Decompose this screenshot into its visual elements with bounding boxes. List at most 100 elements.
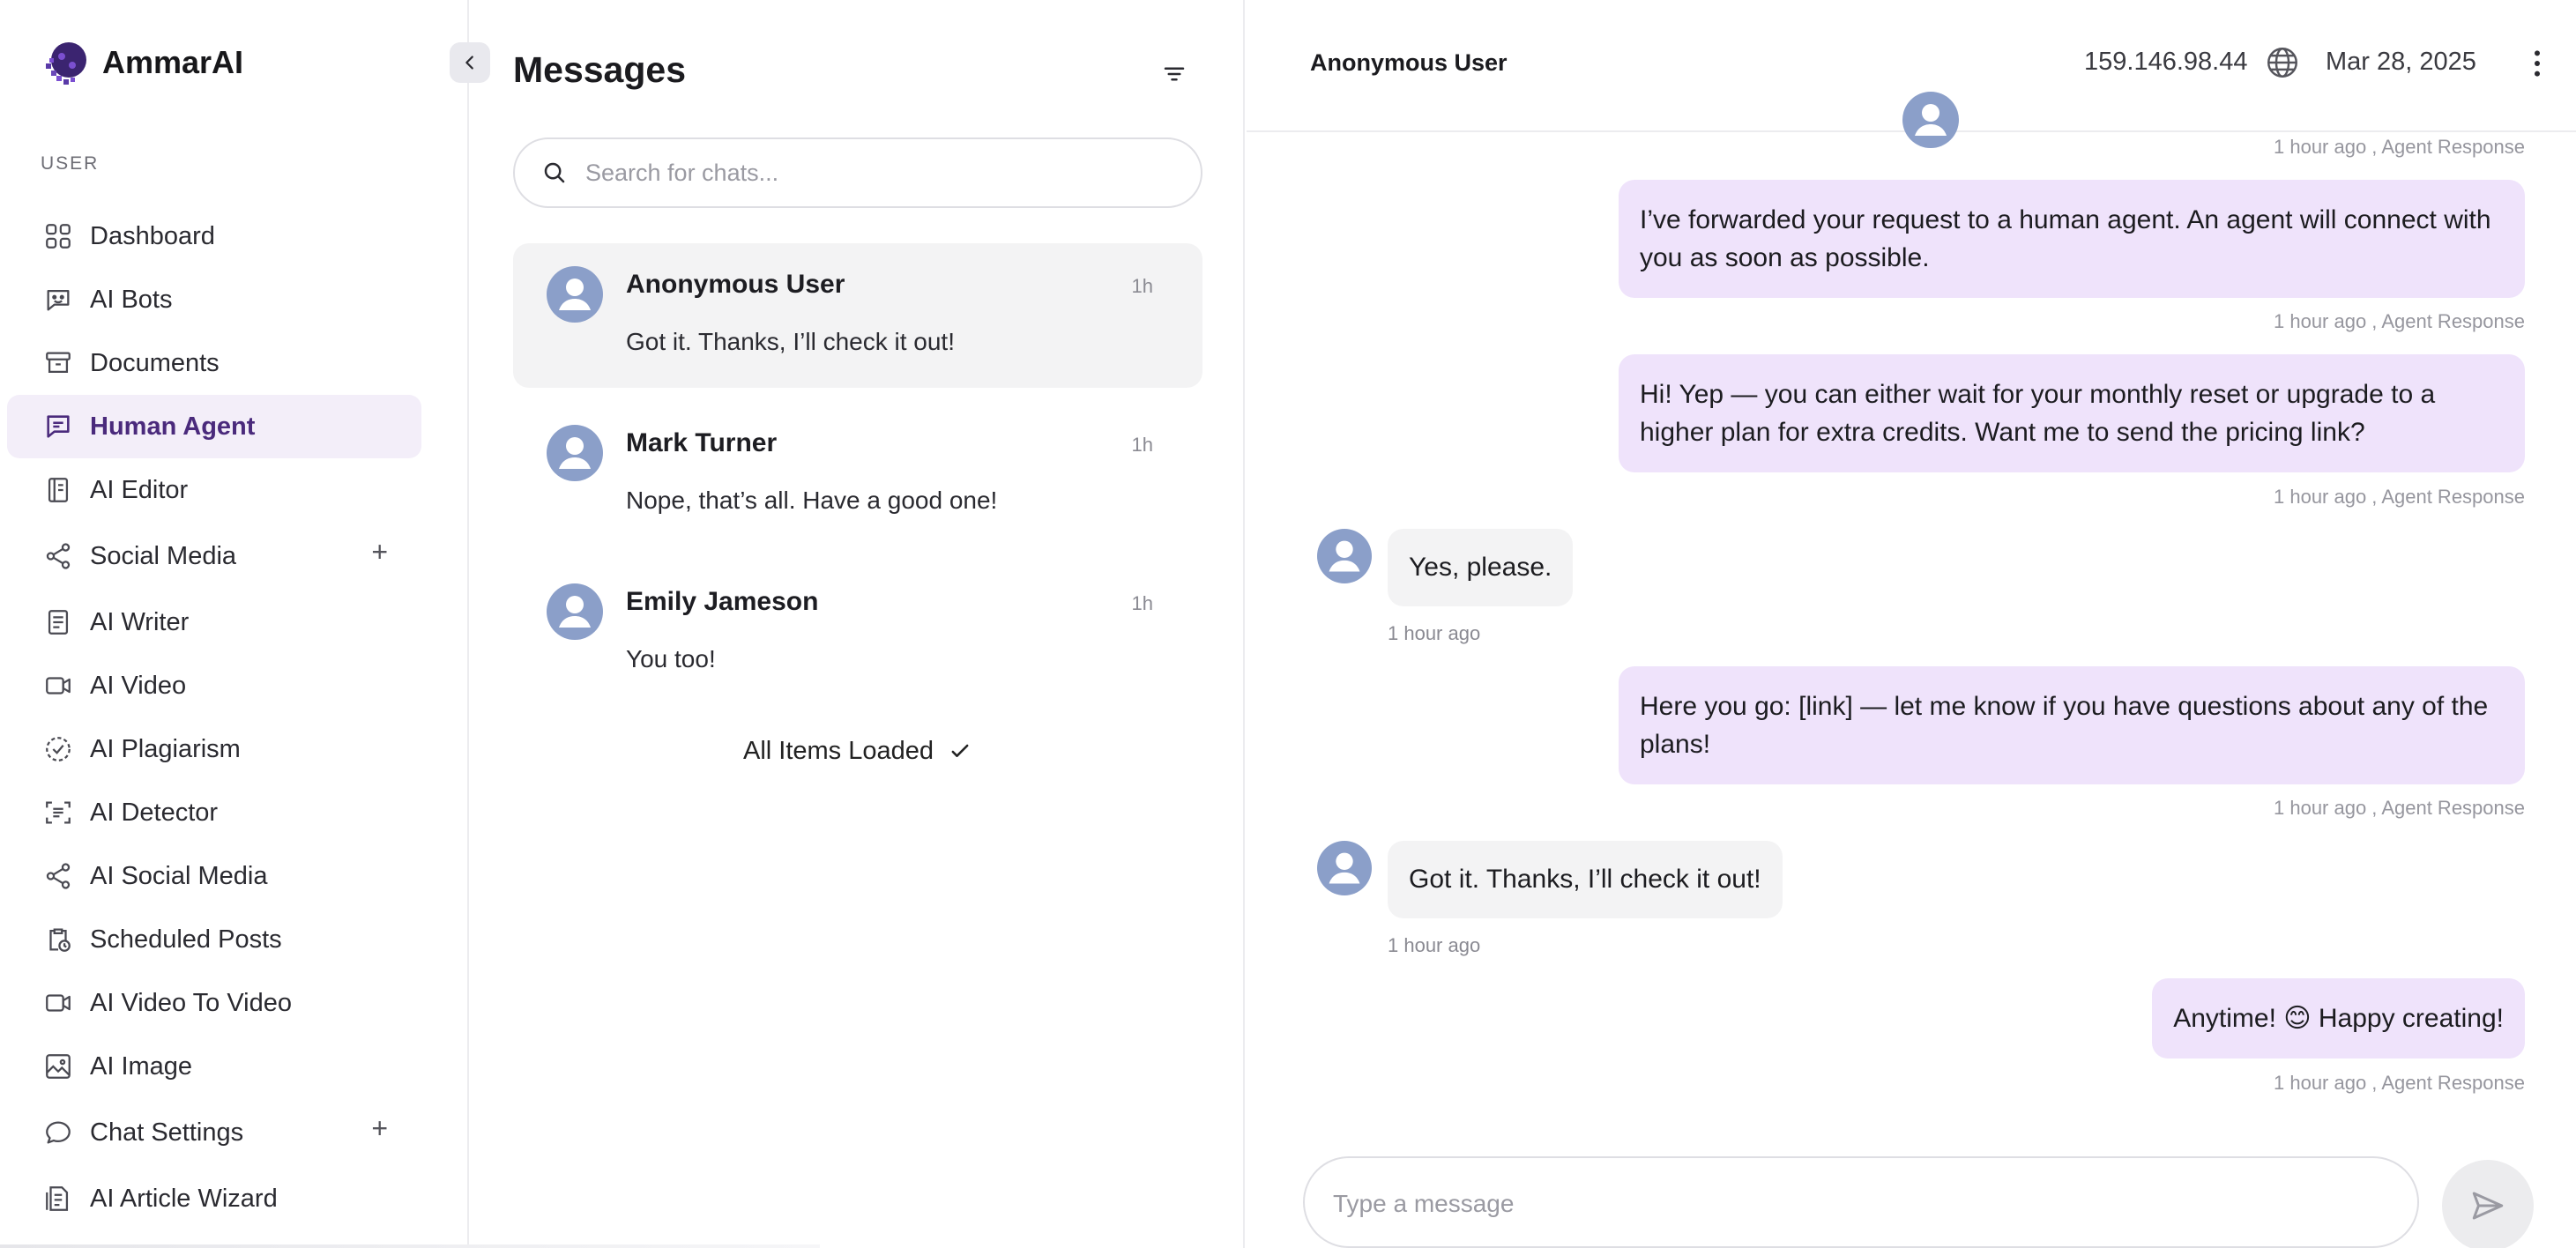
avatar	[1317, 841, 1372, 895]
sidebar-item-ai-video[interactable]: AI Video	[7, 654, 421, 717]
chat-preview: Got it. Thanks, I’ll check it out!	[626, 328, 955, 355]
sidebar-item-ai-image[interactable]: AI Image	[7, 1035, 421, 1098]
filter-icon	[1164, 67, 1185, 81]
notebook-icon	[42, 474, 74, 506]
sidebar-item-label: Scheduled Posts	[90, 925, 282, 954]
sidebar-item-label: AI Video To Video	[90, 988, 292, 1017]
send-button[interactable]	[2442, 1160, 2534, 1248]
message-meta: 1 hour ago , Agent Response	[2274, 310, 2525, 332]
globe-icon[interactable]	[2264, 44, 2301, 81]
sidebar-item-label: Dashboard	[90, 221, 215, 250]
avatar	[547, 266, 603, 323]
sidebar: AmmarAI USER Dashboard AI Bots Documents…	[0, 0, 469, 1248]
sidebar-item-social-media[interactable]: Social Media +	[7, 522, 421, 591]
video-icon	[42, 987, 74, 1019]
sidebar-item-scheduled-posts[interactable]: Scheduled Posts	[7, 908, 421, 971]
message-meta: 1 hour ago , Agent Response	[2274, 486, 2525, 508]
conversation-ip: 159.146.98.44	[2084, 48, 2248, 76]
avatar	[1317, 529, 1372, 583]
more-options-icon[interactable]	[2520, 46, 2555, 81]
search-box[interactable]	[513, 137, 1202, 208]
sidebar-item-label: Human Agent	[90, 412, 256, 441]
brand-name: AmmarAI	[102, 44, 244, 80]
archive-icon	[42, 347, 74, 379]
sidebar-item-ai-editor[interactable]: AI Editor	[7, 458, 421, 522]
all-items-loaded: All Items Loaded	[471, 737, 1245, 766]
bottom-scroll-indicator	[0, 1244, 820, 1248]
sidebar-item-ai-social-media[interactable]: AI Social Media	[7, 844, 421, 908]
sidebar-item-label: AI Image	[90, 1051, 193, 1081]
expand-plus-icon[interactable]: +	[371, 1114, 388, 1142]
sidebar-nav: Dashboard AI Bots Documents Human Agent …	[7, 204, 421, 1230]
sidebar-item-ai-video-to-video[interactable]: AI Video To Video	[7, 971, 421, 1035]
sidebar-item-label: AI Video	[90, 671, 187, 700]
brand[interactable]: AmmarAI	[39, 35, 243, 90]
chat-name: Emily Jameson	[626, 587, 819, 616]
message-input[interactable]	[1333, 1190, 2389, 1225]
scan-icon	[42, 797, 74, 828]
chat-preview: Nope, that’s all. Have a good one!	[626, 487, 998, 514]
agent-message-bubble: Here you go: [link] — let me know if you…	[1619, 666, 2525, 784]
sidebar-item-label: AI Plagiarism	[90, 734, 241, 763]
sidebar-item-label: Chat Settings	[90, 1118, 244, 1147]
document-icon	[42, 606, 74, 638]
sidebar-item-label: AI Detector	[90, 798, 219, 827]
avatar	[1902, 92, 1959, 148]
user-message-bubble: Yes, please.	[1388, 529, 1574, 606]
sidebar-item-ai-writer[interactable]: AI Writer	[7, 591, 421, 654]
search-input[interactable]	[585, 159, 1150, 187]
message-meta: 1 hour ago	[1388, 934, 1481, 956]
share-icon	[42, 540, 74, 572]
clipboard-clock-icon	[42, 924, 74, 955]
all-items-loaded-label: All Items Loaded	[742, 737, 934, 765]
sidebar-item-documents[interactable]: Documents	[7, 331, 421, 395]
conversation-panel: Anonymous User 159.146.98.44 Mar 28, 202…	[1247, 0, 2576, 1248]
chat-list-item[interactable]: Emily Jameson 1h You too!	[513, 561, 1202, 705]
message-meta: 1 hour ago , Agent Response	[2274, 797, 2525, 819]
brand-logo-icon	[46, 42, 86, 85]
image-icon	[42, 1051, 74, 1082]
sidebar-item-label: Documents	[90, 348, 220, 377]
chat-bubble-icon	[42, 1117, 74, 1148]
bot-icon	[42, 284, 74, 316]
share-icon	[42, 860, 74, 892]
checkmark-icon	[951, 744, 969, 757]
chat-time: 1h	[1131, 434, 1153, 456]
chat-list: Anonymous User 1h Got it. Thanks, I’ll c…	[513, 243, 1202, 719]
sidebar-item-chat-settings[interactable]: Chat Settings +	[7, 1098, 421, 1167]
expand-plus-icon[interactable]: +	[371, 538, 388, 566]
message-composer[interactable]	[1303, 1156, 2419, 1248]
conversation-user-name: Anonymous User	[1310, 49, 1508, 76]
message-meta: 1 hour ago , Agent Response	[2274, 1072, 2525, 1094]
chat-list-item[interactable]: Mark Turner 1h Nope, that’s all. Have a …	[513, 402, 1202, 546]
chat-name: Mark Turner	[626, 428, 778, 457]
avatar	[547, 425, 603, 481]
conversation-date: Mar 28, 2025	[2326, 48, 2476, 76]
sidebar-item-label: AI Bots	[90, 285, 173, 314]
grid-icon	[42, 220, 74, 252]
message-meta: 1 hour ago	[1388, 622, 1481, 644]
sidebar-item-label: Social Media	[90, 541, 237, 570]
messages-panel: Messages Anonymous User 1h Got it. Thank…	[471, 0, 1245, 1248]
agent-message-bubble: Hi! Yep — you can either wait for your m…	[1619, 354, 2525, 472]
search-icon	[544, 162, 565, 183]
collapse-sidebar-button[interactable]	[450, 42, 490, 83]
chat-name: Anonymous User	[626, 270, 845, 299]
chat-time: 1h	[1131, 592, 1153, 614]
sidebar-item-label: AI Editor	[90, 475, 189, 504]
sidebar-item-ai-article-wizard[interactable]: AI Article Wizard	[7, 1167, 421, 1230]
sidebar-item-ai-detector[interactable]: AI Detector	[7, 781, 421, 844]
chat-list-item[interactable]: Anonymous User 1h Got it. Thanks, I’ll c…	[513, 243, 1202, 388]
user-message-bubble: Got it. Thanks, I’ll check it out!	[1388, 841, 1783, 918]
sidebar-item-dashboard[interactable]: Dashboard	[7, 204, 421, 268]
sidebar-item-ai-plagiarism[interactable]: AI Plagiarism	[7, 717, 421, 781]
sidebar-item-label: AI Article Wizard	[90, 1184, 278, 1213]
filter-button[interactable]	[1155, 55, 1194, 93]
chat-preview: You too!	[626, 645, 716, 672]
avatar	[547, 583, 603, 640]
sidebar-item-human-agent[interactable]: Human Agent	[7, 395, 421, 458]
agent-message-bubble: I’ve forwarded your request to a human a…	[1619, 180, 2525, 298]
agent-message-bubble: Anytime! 😊 Happy creating!	[2152, 978, 2525, 1059]
message-meta: 1 hour ago , Agent Response	[2274, 136, 2525, 158]
sidebar-item-ai-bots[interactable]: AI Bots	[7, 268, 421, 331]
